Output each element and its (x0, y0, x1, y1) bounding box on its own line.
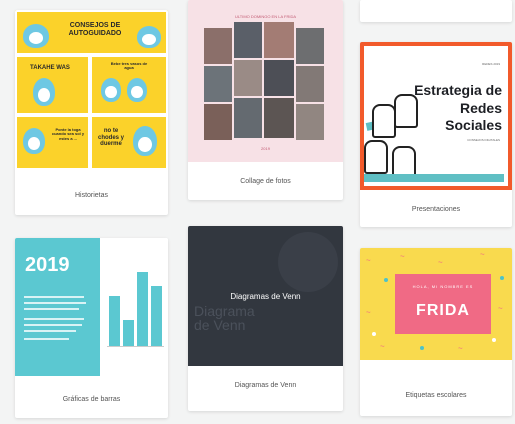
text-line (24, 330, 76, 332)
presentation-tag: REDES 2019 (482, 62, 500, 66)
comic-text: TAKAHE WAS (30, 65, 70, 71)
text-line (24, 302, 86, 304)
squiggle-decoration: ~ (458, 344, 463, 353)
card-caption: Historietas (74, 192, 109, 199)
presentation-thumbnail: REDES 2019 Estrategia de Redes Sociales … (360, 42, 512, 190)
comic-thumbnail: CONSEJOS DE AUTOGUIDADO TAKAHE WAS Bebe … (15, 10, 168, 170)
dot-decoration (384, 278, 388, 282)
card-caption: Collage de fotos (240, 178, 291, 185)
card-caption: Presentaciones (411, 206, 461, 213)
penguin-icon (137, 26, 161, 48)
card-caption: Etiquetas escolares (405, 392, 467, 399)
penguin-icon (133, 126, 157, 156)
squiggle-decoration: ~ (480, 250, 485, 259)
photo (204, 104, 232, 140)
squiggle-decoration: ~ (438, 258, 443, 267)
collage-footer: 2019 (261, 146, 270, 151)
presentation-title: Estrategia de Redes Sociales (414, 82, 502, 133)
accent-stripe (364, 174, 504, 182)
label-thumbnail: ~ ~ ~ ~ ~ ~ ~ ~ HOLA, MI NOMBRE ES FRIDA (360, 248, 512, 360)
collage-header: ULTIMO DOMINGO EN LA FRIDA (234, 14, 297, 19)
squiggle-decoration: ~ (366, 256, 371, 265)
text-line (24, 324, 82, 326)
penguin-icon (33, 78, 55, 106)
template-card-venn[interactable]: Diagrama de Venn Diagramas de Venn Diagr… (188, 226, 343, 411)
squiggle-decoration: ~ (400, 252, 405, 261)
comic-text: Bebe tres vasos de agua (110, 61, 148, 71)
template-card-partial[interactable] (360, 0, 512, 22)
template-card-etiquetas[interactable]: ~ ~ ~ ~ ~ ~ ~ ~ HOLA, MI NOMBRE ES FRIDA… (360, 248, 512, 416)
photo (296, 104, 324, 140)
photo (264, 22, 294, 58)
name-label-name: FRIDA (416, 302, 470, 319)
card-caption: Gráficas de barras (62, 396, 121, 403)
photo (296, 66, 324, 102)
presentation-slide: REDES 2019 Estrategia de Redes Sociales … (364, 46, 508, 186)
hand-icon (394, 94, 418, 128)
hand-icon (364, 140, 388, 174)
template-card-collage[interactable]: ULTIMO DOMINGO EN LA FRIDA 2019 Collage … (188, 0, 343, 200)
dot-decoration (500, 276, 504, 280)
dot-decoration (420, 346, 424, 350)
collage-thumbnail: ULTIMO DOMINGO EN LA FRIDA 2019 (188, 0, 343, 162)
barchart-year: 2019 (25, 254, 70, 276)
dot-decoration (372, 332, 376, 336)
templates-grid: CONSEJOS DE AUTOGUIDADO TAKAHE WAS Bebe … (0, 0, 515, 424)
presentation-sub: CONSEJOS DIGITALES (467, 138, 500, 142)
photo (204, 28, 232, 64)
squiggle-decoration: ~ (380, 342, 385, 351)
penguin-icon (101, 78, 121, 102)
comic-text: Ponte la toga cuando sea sol y estes a .… (51, 127, 85, 141)
comic-text: no te chodes y duerme (97, 128, 124, 148)
penguin-icon (23, 24, 49, 48)
chart-bar (137, 272, 148, 346)
venn-ghost-text: Diagrama de Venn (194, 303, 255, 333)
text-line (24, 318, 84, 320)
venn-thumbnail: Diagrama de Venn Diagramas de Venn (188, 226, 343, 366)
chart-axis (107, 346, 164, 347)
text-line (24, 308, 79, 310)
photo (234, 60, 262, 96)
venn-label: Diagramas de Venn (230, 292, 301, 301)
venn-ghost-circle (278, 232, 338, 292)
barchart-thumbnail: 2019 (15, 238, 168, 376)
chart-bar (109, 296, 120, 346)
penguin-icon (127, 78, 147, 102)
name-label-sub: HOLA, MI NOMBRE ES (412, 284, 474, 289)
hand-icon (372, 104, 396, 138)
photo (296, 28, 324, 64)
squiggle-decoration: ~ (498, 304, 503, 313)
dot-decoration (492, 338, 496, 342)
card-caption: Diagramas de Venn (234, 382, 297, 389)
comic-title: CONSEJOS DE AUTOGUIDADO (68, 22, 122, 37)
chart-bar (151, 286, 162, 346)
photo (234, 98, 262, 138)
template-card-graficas[interactable]: 2019 Gráficas de barras (15, 238, 168, 418)
photo (204, 66, 232, 102)
barchart-panel: 2019 (15, 238, 100, 376)
photo (264, 98, 294, 138)
template-card-presentaciones[interactable]: REDES 2019 Estrategia de Redes Sociales … (360, 42, 512, 227)
photo (234, 22, 262, 58)
text-line (24, 338, 69, 340)
text-line (24, 296, 84, 298)
chart-bar (123, 320, 134, 346)
squiggle-decoration: ~ (366, 308, 371, 317)
photo (264, 60, 294, 96)
template-card-historietas[interactable]: CONSEJOS DE AUTOGUIDADO TAKAHE WAS Bebe … (15, 10, 168, 215)
penguin-icon (23, 128, 45, 154)
name-label: HOLA, MI NOMBRE ES FRIDA (395, 274, 491, 334)
